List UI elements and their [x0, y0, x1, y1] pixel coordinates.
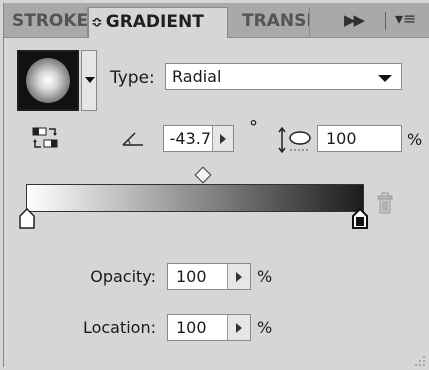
tab-gradient[interactable]: ≎ GRADIENT: [88, 7, 228, 38]
angle-input[interactable]: -43.7: [163, 125, 234, 152]
type-label: Type:: [110, 68, 155, 88]
opacity-percent-unit: %: [257, 267, 273, 286]
opacity-stepper[interactable]: [227, 264, 250, 289]
more-tabs-icon[interactable]: ▶▶: [344, 11, 365, 29]
tab-gradient-label: GRADIENT: [105, 12, 204, 32]
gradient-stop-black[interactable]: [352, 208, 368, 229]
aspect-ratio-input[interactable]: 100: [317, 125, 402, 152]
aspect-ratio-value: 100: [326, 129, 357, 148]
tab-transparency[interactable]: TRANSPARENCY: [236, 7, 310, 37]
location-label: Location:: [82, 318, 156, 337]
location-input[interactable]: 100: [167, 314, 251, 341]
tab-transparency-label: TRANSPARENCY: [242, 11, 310, 31]
trash-icon[interactable]: [377, 192, 393, 214]
gradient-swatch-dropdown[interactable]: [81, 50, 97, 111]
type-select[interactable]: Radial: [165, 63, 402, 90]
tab-stroke-label: STROKE: [12, 11, 88, 31]
chevron-down-icon: [85, 77, 95, 83]
sort-arrows-icon: ≎: [91, 15, 103, 31]
gradient-panel: STROKE ≎GRADIENT TRANSPARENCY ▶▶ ▾≡ Type…: [3, 3, 429, 367]
radial-gradient-preview: [26, 58, 70, 103]
gradient-midpoint-diamond[interactable]: [194, 166, 212, 184]
tab-stroke[interactable]: STROKE: [8, 7, 88, 37]
degree-symbol: °: [249, 117, 258, 138]
chevron-down-icon: [378, 75, 392, 82]
location-value: 100: [176, 318, 207, 337]
tab-divider: [385, 12, 386, 30]
resize-grip-icon[interactable]: [412, 353, 426, 367]
location-stepper[interactable]: [227, 315, 250, 340]
opacity-input[interactable]: 100: [167, 263, 251, 290]
location-percent-unit: %: [257, 318, 273, 337]
gradient-slider[interactable]: [26, 184, 364, 212]
type-select-value: Radial: [172, 67, 222, 86]
gradient-stop-white[interactable]: [19, 208, 35, 229]
chevron-right-icon: [220, 134, 226, 144]
angle-stepper[interactable]: [212, 126, 233, 151]
opacity-value: 100: [176, 267, 207, 286]
opacity-label: Opacity:: [90, 267, 156, 286]
aspect-ratio-icon: [278, 126, 311, 154]
tab-bar: STROKE ≎GRADIENT TRANSPARENCY ▶▶ ▾≡: [4, 3, 429, 38]
gradient-preview-swatch[interactable]: [17, 50, 79, 111]
angle-icon: [122, 132, 143, 146]
chevron-right-icon: [236, 272, 242, 282]
aspect-percent-unit: %: [407, 130, 423, 149]
angle-value: -43.7: [169, 129, 211, 148]
chevron-right-icon: [236, 323, 242, 333]
panel-menu-icon[interactable]: ▾≡: [395, 9, 416, 28]
reverse-gradient-icon[interactable]: [32, 127, 58, 149]
